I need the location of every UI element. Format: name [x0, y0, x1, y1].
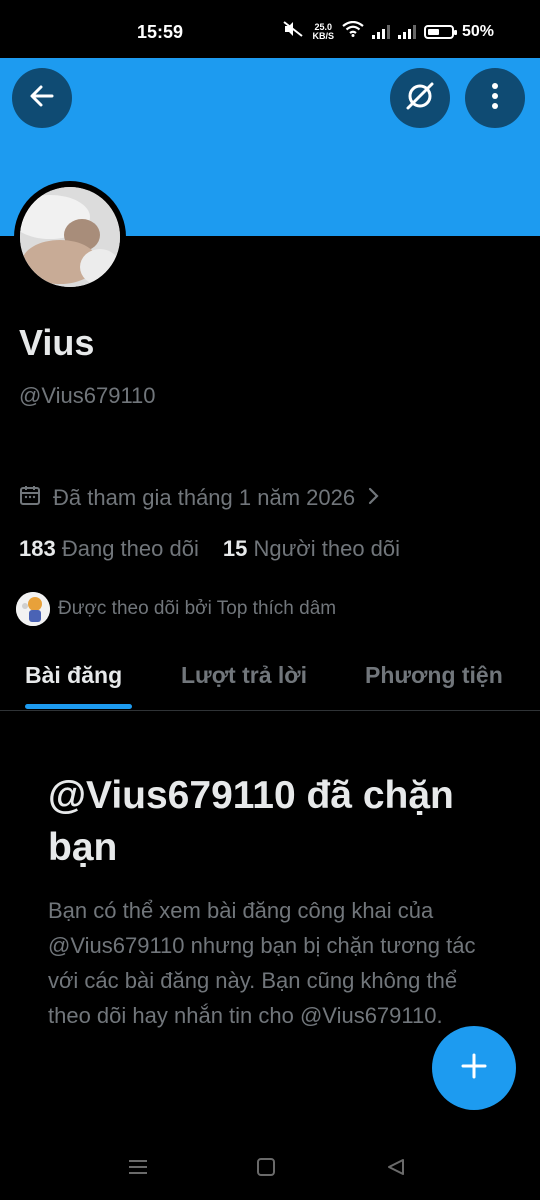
- battery-icon: [423, 24, 457, 39]
- battery-percent: 50%: [461, 22, 494, 40]
- followers-link[interactable]: 15 Người theo dõi: [223, 536, 400, 562]
- following-link[interactable]: 183 Đang theo dõi: [19, 536, 199, 562]
- compose-button[interactable]: [432, 1026, 516, 1110]
- followers-count: 15: [222, 536, 248, 561]
- followers-label: Người theo dõi: [253, 536, 401, 561]
- followed-by-text: Được theo dõi bởi Top thích dâm: [58, 598, 337, 619]
- home-square-icon: [256, 1157, 276, 1182]
- system-nav-bar: [0, 1140, 540, 1200]
- active-tab-indicator: [25, 704, 132, 709]
- recents-button[interactable]: [123, 1154, 153, 1184]
- more-options-button[interactable]: [465, 68, 525, 128]
- follower-avatar: [16, 592, 50, 626]
- menu-icon: [128, 1158, 148, 1181]
- blocked-title: @Vius679110 đã chặn bạn: [48, 774, 454, 869]
- joined-date-row[interactable]: Đã tham gia tháng 1 năm 2026: [19, 484, 379, 512]
- plus-icon: [460, 1052, 488, 1085]
- chevron-right-icon: [367, 485, 379, 511]
- back-button[interactable]: [12, 68, 72, 128]
- tab-media[interactable]: Phương tiện: [365, 662, 503, 689]
- back-nav-button[interactable]: [381, 1154, 411, 1184]
- net-speed: 25.0 KB/S: [312, 22, 334, 41]
- profile-tabs: Bài đăng Lượt trả lời Phương tiện: [0, 654, 540, 711]
- home-button[interactable]: [251, 1154, 281, 1184]
- slashed-circle-icon: [404, 80, 436, 117]
- blocked-description: Bạn có thể xem bài đăng công khai của @V…: [48, 898, 476, 1028]
- followed-by-row[interactable]: Được theo dõi bởi Top thích dâm: [16, 592, 336, 626]
- signal-icon-1: [371, 24, 390, 39]
- tab-replies[interactable]: Lượt trả lời: [181, 662, 307, 689]
- battery-fill: [427, 28, 439, 35]
- avatar-image: [20, 187, 120, 287]
- tab-posts[interactable]: Bài đăng: [25, 662, 122, 689]
- profile-avatar[interactable]: [14, 181, 126, 293]
- vertical-dots-icon: [491, 82, 499, 115]
- mute-vibrate-icon: [282, 20, 304, 43]
- back-triangle-icon: [386, 1157, 406, 1182]
- following-count: 183: [19, 536, 56, 561]
- follow-stats: 183 Đang theo dõi 15 Người theo dõi: [19, 536, 400, 562]
- profile-handle: @Vius679110: [19, 383, 156, 408]
- following-label: Đang theo dõi: [61, 536, 199, 561]
- arrow-left-icon: [28, 82, 56, 115]
- calendar-icon: [19, 484, 41, 512]
- status-bar: 15:59 25.0 KB/S 50%: [0, 0, 540, 58]
- grok-button[interactable]: [390, 68, 450, 128]
- wifi-icon: [342, 20, 364, 42]
- joined-date-text: Đã tham gia tháng 1 năm 2026: [53, 485, 356, 510]
- net-speed-unit: KB/S: [312, 30, 334, 41]
- profile-name: Vius: [19, 322, 95, 363]
- status-icons: 25.0 KB/S 50%: [282, 20, 494, 43]
- signal-icon-2: [397, 24, 416, 39]
- status-time: 15:59: [137, 22, 184, 42]
